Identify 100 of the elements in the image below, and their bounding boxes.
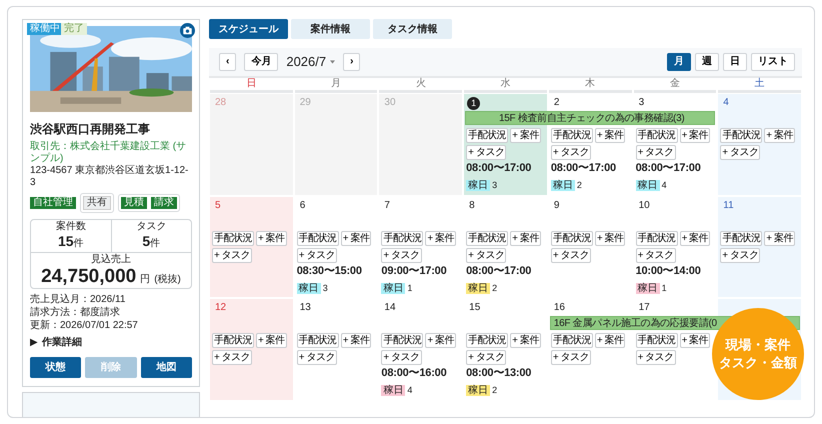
tab[interactable]: 案件情報 [291, 19, 370, 39]
day-number: 10 [638, 198, 651, 212]
day-number: 30 [383, 96, 397, 110]
updated-text: 更新：2026/07/01 22:57 [30, 319, 139, 332]
day-number: 12 [214, 301, 228, 315]
details-toggle[interactable]: 作業詳細 [42, 336, 82, 349]
day-action-button[interactable]: + タスク [720, 145, 760, 160]
day-action-button[interactable]: 手配状況 [466, 333, 508, 348]
day-number: 13 [298, 301, 312, 315]
day-action-button[interactable]: 手配状況 [296, 333, 339, 348]
day-action-button[interactable]: + タスク [636, 248, 676, 262]
event-bar[interactable]: 15F 検査前自主チェックの為の事務確認(3) [465, 111, 716, 125]
view-button[interactable]: 月 [667, 53, 691, 71]
day-action-button[interactable]: + 案件 [594, 230, 626, 246]
day-action-button[interactable]: + タスク [550, 248, 591, 262]
caret-icon [330, 60, 336, 64]
day-action-button[interactable]: + 案件 [340, 333, 372, 348]
meta-label: 売上見込月： [30, 293, 90, 306]
workday-tag: 稼日 [381, 385, 406, 396]
client-text: 取引先：株式会社千葉建設工業 (サンプル) [30, 141, 188, 164]
day-action-button[interactable]: 手配状況 [381, 230, 424, 246]
day-action-button[interactable]: 手配状況 [466, 230, 508, 246]
day-number: 5 [214, 198, 222, 212]
day-action-button[interactable]: + 案件 [256, 230, 287, 246]
day-action-button[interactable]: 手配状況 [720, 128, 762, 143]
workday-count: 2 [576, 179, 582, 192]
day-action-button[interactable]: + タスク [550, 145, 591, 160]
day-action-button[interactable]: + 案件 [510, 128, 541, 143]
day-action-button[interactable]: + タスク [636, 350, 676, 365]
action-button[interactable]: 地図 [140, 357, 192, 378]
view-button[interactable]: 日 [723, 53, 747, 71]
promo-text: 現場・案件 [726, 336, 790, 354]
time-range: 08:00〜17:00 [550, 162, 617, 175]
time-range: 10:00〜14:00 [636, 264, 702, 278]
day-action-button[interactable]: + 案件 [680, 128, 710, 143]
day-action-button[interactable]: + タスク [550, 350, 591, 365]
day-action-button[interactable]: + タスク [466, 350, 506, 365]
today-button[interactable]: 今月 [244, 53, 278, 71]
day-action-button[interactable]: + タスク [381, 350, 422, 365]
day-action-button[interactable]: + タスク [466, 145, 506, 160]
month-label: 2026/7 [286, 53, 326, 72]
day-action-button[interactable]: + 案件 [425, 230, 456, 246]
day-action-button[interactable]: + 案件 [510, 333, 541, 348]
next-button[interactable]: › [343, 53, 360, 71]
day-action-button[interactable]: + タスク [296, 248, 337, 262]
day-action-button[interactable]: + 案件 [764, 230, 795, 246]
expand-marker[interactable]: ▶ [30, 336, 38, 349]
day-action-button[interactable]: 手配状況 [636, 333, 678, 348]
action-button[interactable]: 状態 [30, 357, 82, 378]
day-number: 17 [638, 301, 651, 315]
time-range: 08:30〜15:00 [296, 264, 363, 278]
tab[interactable]: タスク情報 [373, 19, 452, 39]
time-range: 08:00〜17:00 [466, 264, 532, 278]
camera-icon[interactable] [180, 23, 195, 38]
day-action-button[interactable]: + タスク [296, 350, 337, 365]
day-action-button[interactable]: 手配状況 [212, 333, 254, 348]
workday-count: 2 [492, 282, 498, 294]
day-action-button[interactable]: + タスク [636, 145, 676, 160]
day-action-button[interactable]: 手配状況 [636, 230, 678, 246]
previous-button[interactable]: ‹ [219, 53, 236, 71]
day-action-button[interactable]: 手配状況 [636, 128, 678, 143]
day-action-button[interactable]: 手配状況 [720, 230, 762, 246]
day-action-button[interactable]: 手配状況 [212, 230, 254, 246]
day-action-button[interactable]: + 案件 [340, 230, 372, 246]
day-action-button[interactable]: 手配状況 [550, 128, 593, 143]
time-range: 08:00〜16:00 [381, 367, 448, 380]
day-action-button[interactable]: 手配状況 [296, 230, 339, 246]
tag: 請求 [151, 197, 177, 209]
day-action-button[interactable]: + 案件 [680, 230, 710, 246]
day-action-button[interactable]: + タスク [720, 248, 760, 262]
day-action-button[interactable]: + タスク [212, 350, 252, 365]
day-number: 29 [298, 96, 312, 110]
day-action-button[interactable]: 手配状況 [550, 333, 593, 348]
day-action-button[interactable]: + タスク [466, 248, 506, 262]
day-action-button[interactable]: + 案件 [510, 230, 541, 246]
day-action-button[interactable]: 手配状況 [466, 128, 508, 143]
day-action-button[interactable]: + 案件 [680, 333, 710, 348]
day-action-button[interactable]: + 案件 [594, 128, 626, 143]
workday-tag: 稼日 [466, 282, 490, 294]
day-action-button[interactable]: + 案件 [594, 333, 626, 348]
tag: 見積 [121, 197, 147, 209]
day-number: 11 [722, 198, 735, 212]
day-action-button[interactable]: 手配状況 [381, 333, 424, 348]
view-button[interactable]: リスト [751, 53, 795, 71]
address-text: 123-4567 東京都渋谷区道玄坂1-12-3 [30, 165, 190, 189]
tab[interactable]: スケジュール [209, 19, 288, 39]
day-action-button[interactable]: 手配状況 [550, 230, 593, 246]
day-action-button[interactable]: + 案件 [764, 128, 795, 143]
workday-count: 1 [407, 282, 412, 294]
day-action-button[interactable]: + タスク [212, 248, 252, 262]
stat-label: 案件数 [54, 221, 87, 233]
workday-count: 3 [322, 282, 328, 294]
day-number: 3 [638, 96, 646, 110]
day-action-button[interactable]: + タスク [381, 248, 422, 262]
stat-value: 15 [58, 233, 74, 249]
day-action-button[interactable]: + 案件 [425, 333, 456, 348]
meta-value: 都度請求 [80, 306, 120, 319]
day-action-button[interactable]: + 案件 [256, 333, 287, 348]
view-button[interactable]: 週 [695, 53, 719, 71]
workday-count: 4 [662, 179, 667, 192]
